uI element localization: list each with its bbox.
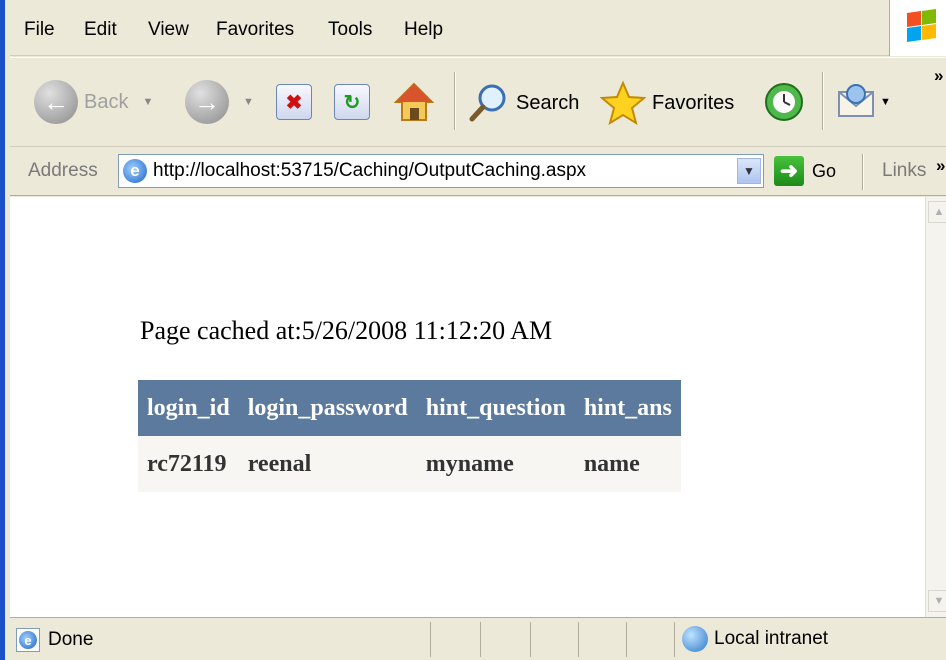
status-panel	[626, 622, 627, 657]
back-button[interactable]: ← Back ▼	[34, 80, 153, 124]
toolbar-more-button[interactable]: »	[934, 66, 943, 86]
security-zone: Local intranet	[682, 626, 828, 652]
stop-button[interactable]: ✖	[276, 84, 312, 120]
address-separator	[862, 154, 864, 190]
history-icon	[765, 83, 803, 121]
toolbar: ← Back ▼ → ▼ ✖ ↻ Search Favorites ▼ »	[10, 57, 946, 147]
address-input[interactable]: e http://localhost:53715/Caching/OutputC…	[118, 154, 764, 188]
toolbar-separator	[822, 72, 824, 130]
search-icon	[469, 84, 506, 122]
favorites-label: Favorites	[652, 91, 735, 114]
menu-edit[interactable]: Edit	[84, 19, 117, 41]
favorites-button[interactable]: Favorites	[600, 80, 734, 126]
table-row: rc72119 reenal myname name	[138, 436, 681, 492]
page-viewport: Page cached at:5/26/2008 11:12:20 AM log…	[10, 197, 925, 617]
windows-logo-icon	[889, 0, 946, 56]
links-more-button[interactable]: »	[936, 156, 945, 176]
status-panel	[430, 622, 431, 657]
status-panel	[578, 622, 579, 657]
table-cell: reenal	[238, 436, 417, 492]
go-arrow-icon: ➜	[774, 156, 804, 186]
scroll-up-icon[interactable]: ▲	[928, 201, 946, 223]
status-panel	[530, 622, 531, 657]
menu-bar: File Edit View Favorites Tools Help	[10, 0, 946, 56]
refresh-icon: ↻	[334, 84, 370, 120]
address-url: http://localhost:53715/Caching/OutputCac…	[153, 160, 587, 181]
forward-dropdown-icon[interactable]: ▼	[243, 96, 254, 108]
go-label: Go	[812, 160, 837, 181]
ie-page-icon: e	[123, 159, 147, 183]
table-cell: name	[574, 436, 681, 492]
status-text: Done	[48, 629, 94, 650]
menu-file[interactable]: File	[24, 19, 55, 41]
search-button[interactable]: Search	[468, 82, 579, 124]
back-arrow-icon: ←	[34, 80, 78, 124]
column-header: hint_ans	[574, 380, 681, 436]
links-button[interactable]: Links	[882, 160, 926, 182]
vertical-scrollbar[interactable]: ▲ ▼	[925, 197, 946, 617]
refresh-button[interactable]: ↻	[334, 84, 370, 120]
mail-dropdown-icon[interactable]: ▼	[880, 96, 891, 108]
star-icon	[600, 80, 646, 126]
stop-icon: ✖	[276, 84, 312, 120]
back-label: Back	[84, 90, 129, 113]
column-header: login_id	[138, 380, 239, 436]
search-label: Search	[516, 91, 580, 114]
address-label: Address	[28, 160, 98, 181]
mail-icon	[838, 84, 874, 117]
menu-tools[interactable]: Tools	[328, 19, 372, 41]
table-header-row: login_id login_password hint_question hi…	[138, 380, 681, 436]
home-icon	[393, 82, 435, 121]
back-dropdown-icon[interactable]: ▼	[142, 96, 153, 108]
forward-arrow-icon: →	[185, 80, 229, 124]
forward-button[interactable]: → ▼	[185, 80, 254, 124]
zone-label: Local intranet	[714, 628, 829, 649]
browser-window: File Edit View Favorites Tools Help ← Ba…	[0, 0, 946, 660]
address-dropdown-icon[interactable]: ▼	[737, 158, 761, 184]
page-cached-text: Page cached at:5/26/2008 11:12:20 AM	[140, 316, 553, 345]
login-table: login_id login_password hint_question hi…	[138, 380, 681, 492]
history-button[interactable]	[762, 80, 806, 124]
column-header: hint_question	[416, 380, 575, 436]
menu-view[interactable]: View	[148, 19, 189, 41]
address-bar: Address e http://localhost:53715/Caching…	[10, 148, 946, 196]
intranet-globe-icon	[682, 626, 708, 652]
toolbar-separator	[454, 72, 456, 130]
go-button[interactable]: ➜ Go	[774, 156, 836, 186]
page-done-icon: e	[16, 628, 40, 652]
home-button[interactable]	[392, 80, 436, 124]
column-header: login_password	[238, 380, 417, 436]
table-cell: myname	[416, 436, 575, 492]
scroll-down-icon[interactable]: ▼	[928, 590, 946, 612]
menu-help[interactable]: Help	[404, 19, 443, 41]
mail-button[interactable]: ▼	[836, 82, 891, 122]
table-cell: rc72119	[138, 436, 239, 492]
status-panel	[480, 622, 481, 657]
status-bar: e Done Local intranet	[10, 617, 946, 660]
status-panel	[674, 622, 675, 657]
menu-favorites[interactable]: Favorites	[216, 19, 294, 41]
